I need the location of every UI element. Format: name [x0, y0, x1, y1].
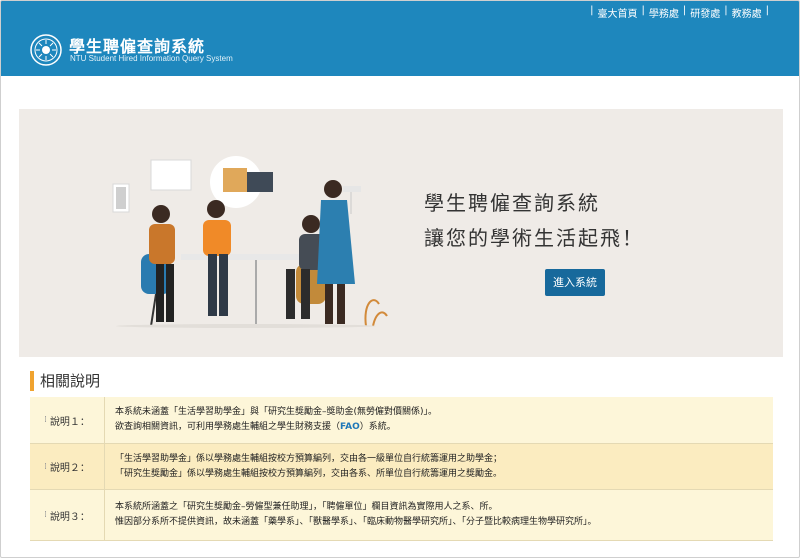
- team-illustration: [112, 156, 388, 328]
- row-label: ⁞ 說明２：: [30, 444, 105, 489]
- section-title: 相關說明: [30, 371, 100, 391]
- row-text: 欲查詢相關資訊，可利用學務處生輔組之學生財務支援（FAO）系統。: [115, 420, 763, 435]
- row-text-post: ）系統。: [359, 422, 396, 432]
- grip-icon: ⁞: [44, 461, 47, 472]
- hero-banner: 學生聘僱查詢系統 讓您的學術生活起飛！ 進入系統: [19, 109, 783, 357]
- table-row: ⁞ 說明１： 本系統未涵蓋「生活學習助學金」與「研究生獎勵金–獎助金(無勞僱對價…: [30, 397, 773, 444]
- site-header: | 臺大首頁 | 學務處 | 研發處 | 教務處 | 學生聘僱查詢系統 NTU …: [1, 1, 799, 76]
- row-content: 「生活學習助學金」係以學務處生輔組按校方預算編列，交由各一級單位自行統籌運用之助…: [105, 444, 773, 489]
- row-label-text: 說明３：: [49, 511, 90, 523]
- row-content: 本系統未涵蓋「生活學習助學金」與「研究生獎勵金–獎助金(無勞僱對價關係)」。 欲…: [105, 397, 773, 443]
- table-row: ⁞ 說明３： 本系統所涵蓋之「研究生獎勵金–勞僱型兼任助理」，「聘僱單位」欄目資…: [30, 490, 773, 541]
- row-text: 本系統未涵蓋「生活學習助學金」與「研究生獎勵金–獎助金(無勞僱對價關係)」。: [115, 407, 438, 417]
- row-text: 「研究生獎勵金」係以學務處生輔組按校方預算編列，交由各系、所單位自行統籌運用之獎…: [115, 468, 503, 479]
- ntu-logo[interactable]: [30, 34, 62, 66]
- link-ntu-home[interactable]: 臺大首頁: [598, 5, 638, 20]
- fao-link[interactable]: FAO: [340, 422, 360, 432]
- link-student-affairs[interactable]: 學務處: [649, 5, 679, 20]
- row-label-text: 說明２：: [49, 463, 90, 474]
- hero-heading: 學生聘僱查詢系統: [424, 191, 600, 215]
- row-text: 惟因部分系所不提供資訊，故未涵蓋「藥學系」、「獸醫學系」、「臨床動物醫學研究所」…: [115, 517, 597, 527]
- row-label: ⁞ 說明１：: [30, 397, 105, 443]
- hero-tagline: 讓您的學術生活起飛！: [424, 226, 644, 250]
- row-content: 本系統所涵蓋之「研究生獎勵金–勞僱型兼任助理」，「聘僱單位」欄目資訊為實際用人之…: [105, 490, 773, 540]
- row-label: ⁞ 說明３：: [30, 490, 105, 540]
- row-label-text: 說明１：: [49, 416, 90, 428]
- grip-icon: ⁞: [44, 415, 47, 425]
- top-nav: | 臺大首頁 | 學務處 | 研發處 | 教務處 |: [590, 5, 769, 20]
- enter-system-button[interactable]: 進入系統: [545, 269, 605, 296]
- grip-icon: ⁞: [44, 510, 47, 520]
- row-text: 「生活學習助學金」係以學務處生輔組按校方預算編列，交由各一級單位自行統籌運用之助…: [115, 453, 503, 464]
- site-subtitle: NTU Student Hired Information Query Syst…: [70, 54, 233, 63]
- notes-table: ⁞ 說明１： 本系統未涵蓋「生活學習助學金」與「研究生獎勵金–獎助金(無勞僱對價…: [30, 397, 773, 541]
- row-text-pre: 欲查詢相關資訊，可利用學務處生輔組之學生財務支援（: [115, 422, 341, 432]
- page-frame: | 臺大首頁 | 學務處 | 研發處 | 教務處 | 學生聘僱查詢系統 NTU …: [0, 0, 800, 558]
- row-text: 本系統所涵蓋之「研究生獎勵金–勞僱型兼任助理」，「聘僱單位」欄目資訊為實際用人之…: [115, 502, 498, 512]
- table-row: ⁞ 說明２： 「生活學習助學金」係以學務處生輔組按校方預算編列，交由各一級單位自…: [30, 444, 773, 490]
- link-research[interactable]: 研發處: [690, 5, 720, 20]
- link-academic-affairs[interactable]: 教務處: [732, 5, 762, 20]
